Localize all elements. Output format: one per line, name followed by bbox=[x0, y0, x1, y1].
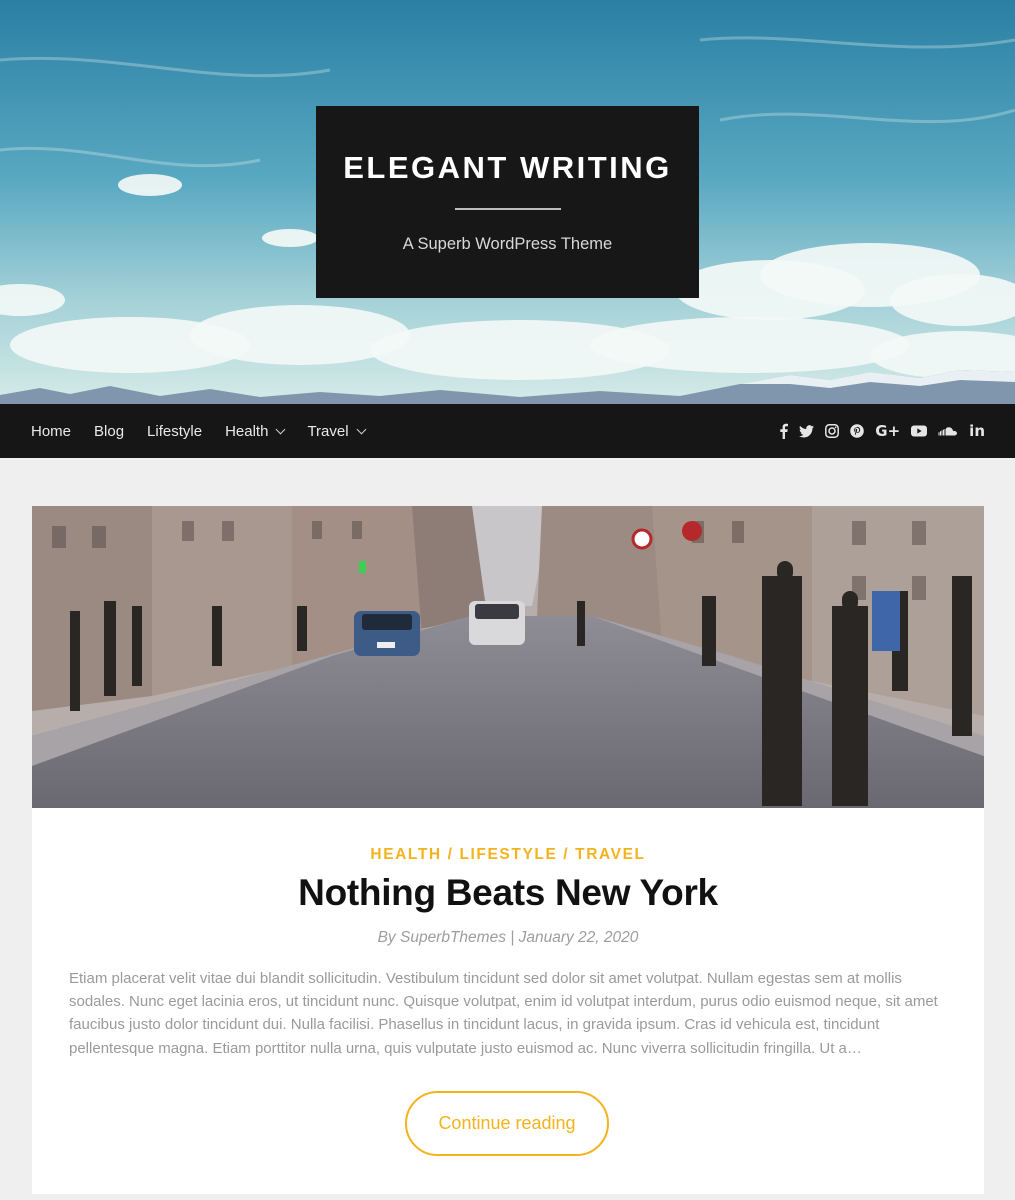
nav-item-travel[interactable]: Travel bbox=[307, 422, 367, 440]
author-prefix: By bbox=[377, 929, 400, 946]
nav-item-home[interactable]: Home bbox=[31, 423, 71, 440]
post-title[interactable]: Nothing Beats New York bbox=[32, 872, 984, 914]
street-photo bbox=[32, 506, 984, 808]
post-date[interactable]: January 22, 2020 bbox=[519, 929, 639, 946]
nav-item-lifestyle[interactable]: Lifestyle bbox=[147, 423, 202, 440]
car-white bbox=[469, 601, 525, 645]
category-separator: / bbox=[441, 846, 460, 863]
linkedin-icon[interactable]: in bbox=[969, 422, 985, 440]
site-branding: ELEGANT WRITING A Superb WordPress Theme bbox=[316, 106, 699, 298]
post-meta: By SuperbThemes | January 22, 2020 bbox=[32, 929, 984, 947]
post-card: HEALTH / LIFESTYLE / TRAVEL Nothing Beat… bbox=[32, 506, 984, 1194]
title-divider bbox=[454, 208, 561, 210]
nav-item-label: Home bbox=[31, 422, 72, 440]
google-plus-icon[interactable]: G+ bbox=[875, 422, 900, 440]
site-tagline: A Superb WordPress Theme bbox=[402, 235, 613, 253]
nav-item-label: Blog bbox=[94, 422, 125, 440]
category-link-lifestyle[interactable]: LIFESTYLE bbox=[459, 846, 557, 863]
nav-item-blog[interactable]: Blog bbox=[94, 423, 124, 440]
post-categories: HEALTH / LIFESTYLE / TRAVEL bbox=[32, 846, 984, 864]
car-blue bbox=[354, 611, 420, 656]
category-link-health[interactable]: HEALTH bbox=[370, 846, 441, 863]
post-excerpt: Etiam placerat velit vitae dui blandit s… bbox=[69, 970, 938, 1057]
hero-header: ELEGANT WRITING A Superb WordPress Theme bbox=[0, 0, 1015, 404]
nav-item-label: Lifestyle bbox=[147, 422, 203, 440]
nav-menu: Home Blog Lifestyle Health Travel bbox=[31, 404, 388, 458]
nav-item-label: Travel bbox=[307, 422, 349, 440]
site-title[interactable]: ELEGANT WRITING bbox=[316, 150, 699, 186]
category-link-travel[interactable]: TRAVEL bbox=[575, 846, 645, 863]
chevron-down-icon bbox=[356, 424, 367, 434]
nav-item-health[interactable]: Health bbox=[225, 422, 286, 440]
featured-image[interactable] bbox=[32, 506, 984, 808]
continue-reading-button[interactable]: Continue reading bbox=[405, 1091, 609, 1156]
category-separator: / bbox=[557, 846, 576, 863]
instagram-icon[interactable] bbox=[825, 422, 840, 440]
youtube-icon[interactable] bbox=[911, 422, 928, 440]
main-navigation: Home Blog Lifestyle Health Travel G+ in bbox=[0, 404, 1015, 458]
twitter-icon[interactable] bbox=[799, 422, 815, 440]
nav-item-label: Health bbox=[225, 422, 269, 440]
facebook-icon[interactable] bbox=[779, 422, 789, 440]
soundcloud-icon[interactable] bbox=[938, 422, 958, 440]
chevron-down-icon bbox=[275, 424, 286, 434]
meta-separator: | bbox=[505, 929, 519, 946]
post-author[interactable]: SuperbThemes bbox=[400, 929, 506, 946]
social-links: G+ in bbox=[768, 404, 985, 458]
pinterest-icon[interactable] bbox=[850, 422, 865, 440]
